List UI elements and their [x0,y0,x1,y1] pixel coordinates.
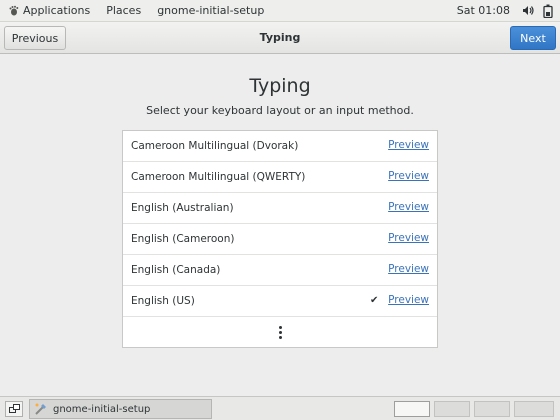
layout-name: English (US) [131,295,195,307]
previous-button[interactable]: Previous [4,26,66,50]
show-desktop-icon[interactable] [5,401,23,417]
workspace-3[interactable] [474,401,510,417]
preview-link[interactable]: Preview [388,263,429,275]
next-button[interactable]: Next [510,26,556,50]
checkmark-icon: ✔ [370,295,379,306]
layout-row[interactable]: Cameroon Multilingual (QWERTY) Preview [123,162,437,193]
layout-name: Cameroon Multilingual (QWERTY) [131,171,306,183]
keyboard-layout-list: Cameroon Multilingual (Dvorak) Preview C… [122,130,438,348]
layout-row[interactable]: English (Canada) Preview [123,255,437,286]
preview-link[interactable]: Preview [388,294,429,306]
more-icon [278,326,282,339]
preview-link[interactable]: Preview [388,201,429,213]
layout-row-selected[interactable]: English (US) ✔ Preview [123,286,437,317]
taskbar-window-button[interactable]: gnome-initial-setup [29,399,212,419]
volume-icon[interactable] [520,0,536,22]
app-menu[interactable]: gnome-initial-setup [149,0,272,22]
layout-name: English (Canada) [131,264,221,276]
layout-name: English (Australian) [131,202,234,214]
layout-row[interactable]: Cameroon Multilingual (Dvorak) Preview [123,131,437,162]
foot-icon [8,5,19,16]
applications-label: Applications [23,4,91,17]
battery-icon[interactable] [540,0,556,22]
main-content: Typing Select your keyboard layout or an… [0,55,560,396]
preview-link[interactable]: Preview [388,170,429,182]
layout-name: English (Cameroon) [131,233,235,245]
header-bar: Previous Typing Next [0,22,560,54]
header-title: Typing [259,31,301,44]
taskbar-window-label: gnome-initial-setup [53,403,151,415]
places-menu[interactable]: Places [98,0,149,22]
layout-name: Cameroon Multilingual (Dvorak) [131,140,299,152]
applications-menu[interactable]: Applications [0,0,98,22]
setup-app-icon [34,402,48,416]
layout-row[interactable]: English (Cameroon) Preview [123,224,437,255]
clock[interactable]: Sat 01:08 [447,4,520,17]
top-panel: Applications Places gnome-initial-setup … [0,0,560,22]
bottom-panel: gnome-initial-setup [0,396,560,420]
page-title: Typing [249,75,311,97]
app-menu-label: gnome-initial-setup [157,4,265,17]
workspace-2[interactable] [434,401,470,417]
page-subtitle: Select your keyboard layout or an input … [146,104,414,117]
more-layouts-button[interactable] [123,317,437,348]
workspace-4[interactable] [514,401,554,417]
layout-row[interactable]: English (Australian) Preview [123,193,437,224]
places-label: Places [106,4,142,17]
preview-link[interactable]: Preview [388,232,429,244]
workspace-1[interactable] [394,401,430,417]
preview-link[interactable]: Preview [388,139,429,151]
